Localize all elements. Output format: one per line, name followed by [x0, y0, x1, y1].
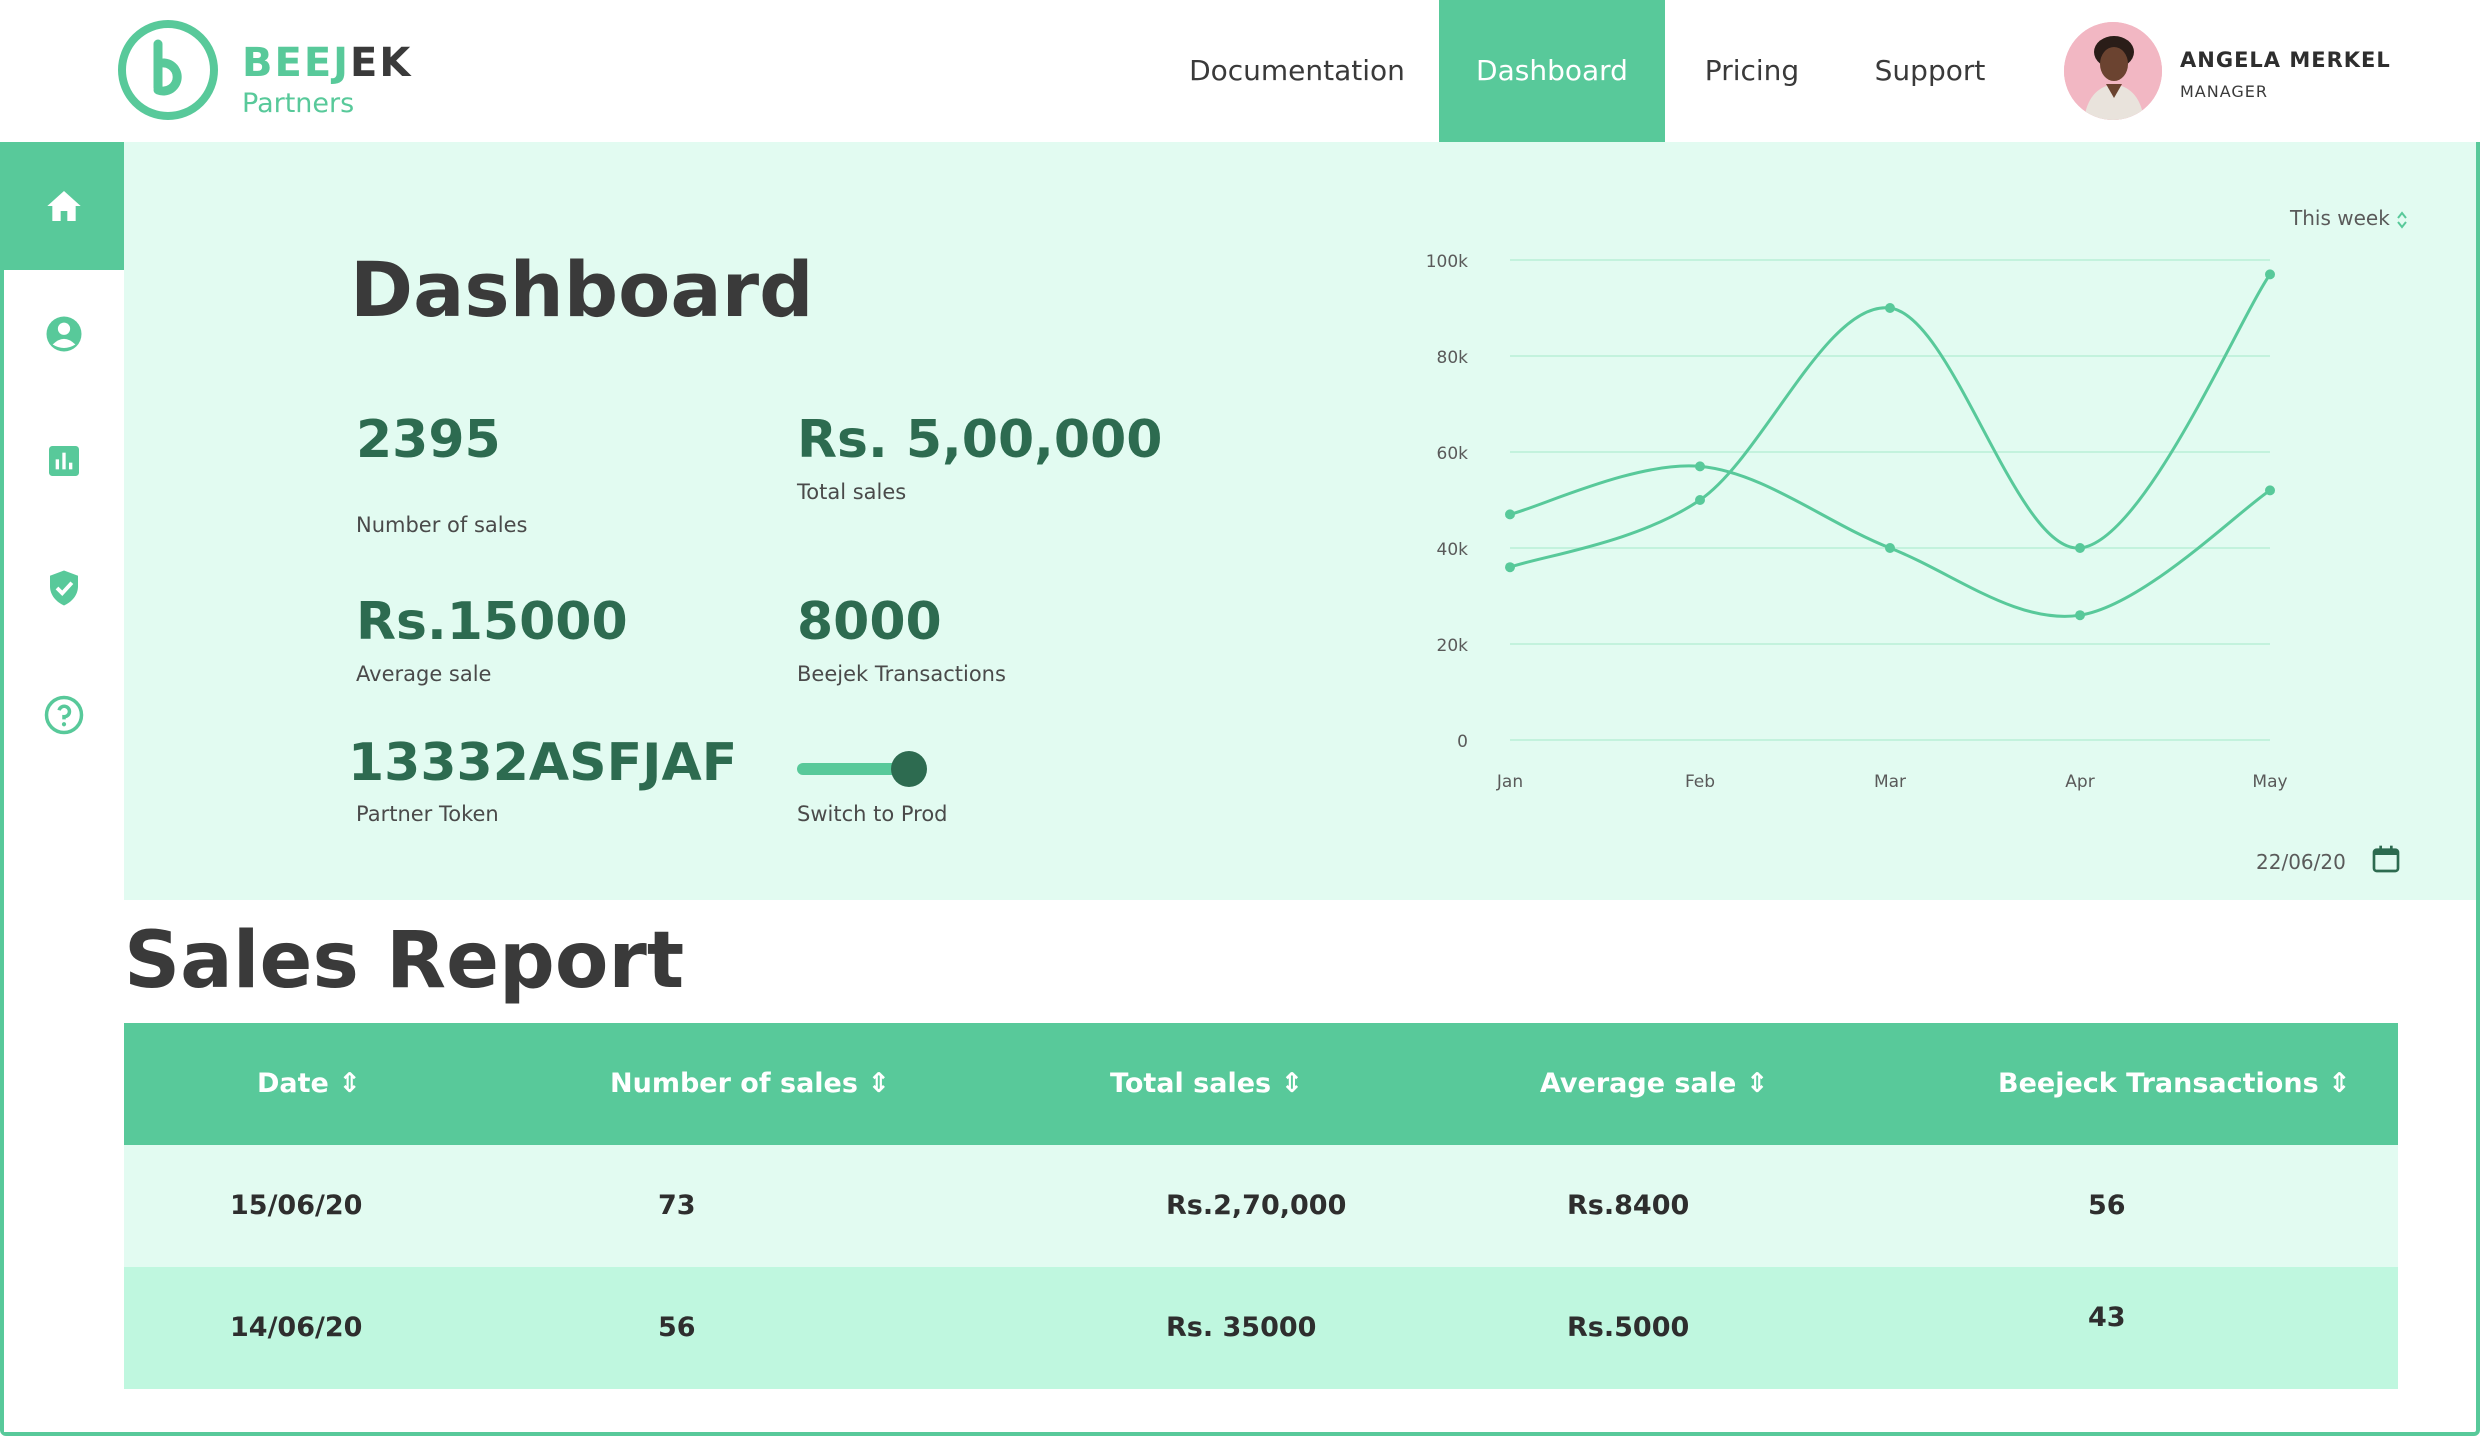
data-point[interactable]	[2075, 610, 2085, 621]
shield-check-icon	[50, 570, 78, 606]
toggle-knob[interactable]	[891, 751, 927, 787]
user-icon	[46, 316, 82, 352]
nav-dashboard[interactable]: Dashboard	[1439, 0, 1665, 142]
x-tick-label: Feb	[1685, 772, 1715, 792]
cell-number-of-sales: 73	[658, 1190, 696, 1221]
nav-documentation[interactable]: Documentation	[1180, 0, 1414, 142]
home-icon	[47, 191, 81, 221]
sales-report-table: Date ⇕ Number of sales ⇕ Total sales ⇕ A…	[124, 1023, 2398, 1389]
cell-number-of-sales: 56	[658, 1312, 696, 1343]
sales-line-chart: 100k 80k 60k 40k 20k 0 Jan Feb Mar Apr May	[1426, 252, 2288, 792]
cell-total-sales: Rs.2,70,000	[1166, 1190, 1347, 1221]
cell-date: 15/06/20	[230, 1190, 363, 1221]
y-tick-label: 0	[1457, 732, 1468, 752]
column-header-transactions[interactable]: Beejeck Transactions ⇕	[1998, 1023, 2351, 1145]
sort-icon: ⇕	[2328, 1068, 2351, 1099]
user-role: MANAGER	[2180, 82, 2269, 101]
x-tick-label: Jan	[1496, 772, 1523, 792]
stat-total-sales-label: Total sales	[797, 480, 907, 504]
x-tick-label: Apr	[2065, 772, 2094, 792]
sort-icon: ⇕	[1280, 1068, 1304, 1099]
y-tick-label: 40k	[1437, 540, 1469, 560]
cell-total-sales: Rs. 35000	[1166, 1312, 1317, 1343]
data-point[interactable]	[2265, 485, 2275, 496]
sidebar-item-reports[interactable]	[4, 397, 124, 525]
sort-icon: ⇕	[867, 1068, 890, 1099]
brand-name: BEEJEK	[242, 40, 413, 86]
partner-token-value[interactable]: 13332ASFJAF	[348, 733, 737, 793]
series-line-1	[1509, 464, 2271, 618]
y-tick-label: 100k	[1426, 252, 1468, 272]
top-header: BEEJEK Partners Documentation Dashboard …	[0, 0, 2480, 142]
data-point[interactable]	[1695, 495, 1705, 505]
date-label: 22/06/20	[2256, 850, 2346, 874]
sort-icon: ⇕	[1745, 1068, 1769, 1099]
column-header-label: Number of sales	[610, 1068, 858, 1099]
stat-transactions-value: 8000	[797, 592, 942, 652]
cell-average-sale: Rs.5000	[1567, 1312, 1690, 1343]
x-tick-label: May	[2252, 772, 2287, 792]
range-select-label: This week	[2290, 206, 2390, 230]
brand-logo-icon[interactable]	[118, 20, 218, 120]
range-select[interactable]: This week	[2290, 206, 2408, 230]
table-header: Date ⇕ Number of sales ⇕ Total sales ⇕ A…	[124, 1023, 2398, 1145]
data-point[interactable]	[2265, 269, 2275, 280]
column-header-number-of-sales[interactable]: Number of sales ⇕	[610, 1023, 890, 1145]
nav-support[interactable]: Support	[1866, 0, 1994, 142]
stat-average-sale-value: Rs.15000	[356, 592, 628, 652]
x-tick-label: Mar	[1874, 772, 1906, 792]
column-header-label: Beejeck Transactions	[1998, 1068, 2319, 1099]
partner-token-label: Partner Token	[356, 802, 499, 826]
stat-total-sales-value: Rs. 5,00,000	[797, 410, 1163, 470]
help-icon	[44, 695, 84, 735]
column-header-date[interactable]: Date ⇕	[257, 1023, 361, 1145]
stat-number-of-sales-value: 2395	[356, 410, 501, 470]
stat-average-sale-label: Average sale	[356, 662, 492, 686]
column-header-average-sale[interactable]: Average sale ⇕	[1540, 1023, 1768, 1145]
sidebar-item-profile[interactable]	[4, 270, 124, 398]
sidebar-item-help[interactable]	[4, 651, 124, 779]
cell-date: 14/06/20	[230, 1312, 363, 1343]
data-point[interactable]	[1695, 461, 1705, 472]
data-point[interactable]	[1505, 562, 1515, 573]
switch-to-prod-label: Switch to Prod	[797, 802, 948, 826]
column-header-label: Date	[257, 1068, 329, 1099]
data-point[interactable]	[2075, 543, 2085, 553]
stat-number-of-sales-label: Number of sales	[356, 513, 528, 537]
sidebar-item-home[interactable]	[4, 142, 124, 270]
sort-icon: ⇕	[338, 1068, 361, 1099]
data-point[interactable]	[1885, 303, 1895, 313]
series-line-2	[1509, 273, 2272, 569]
user-name: ANGELA MERKEL	[2180, 48, 2391, 72]
brand-subtitle: Partners	[242, 88, 355, 119]
column-header-total-sales[interactable]: Total sales ⇕	[1110, 1023, 1303, 1145]
cell-transactions: 43	[2088, 1302, 2126, 1333]
bar-chart-icon	[49, 446, 79, 476]
sidebar-item-security[interactable]	[4, 524, 124, 652]
avatar[interactable]	[2064, 22, 2162, 120]
stat-transactions-label: Beejek Transactions	[797, 662, 1006, 686]
y-tick-label: 60k	[1437, 444, 1469, 464]
table-row[interactable]: 14/06/20 56 Rs. 35000 Rs.5000 43	[124, 1267, 2398, 1389]
table-row[interactable]: 15/06/20 73 Rs.2,70,000 Rs.8400 56	[124, 1145, 2398, 1267]
column-header-label: Total sales	[1110, 1068, 1272, 1099]
y-tick-label: 80k	[1437, 348, 1469, 368]
cell-transactions: 56	[2088, 1190, 2126, 1221]
data-point[interactable]	[1885, 543, 1895, 553]
page-title: Dashboard	[350, 245, 814, 334]
cell-average-sale: Rs.8400	[1567, 1190, 1690, 1221]
sort-arrows-icon	[2397, 210, 2407, 229]
calendar-icon[interactable]	[2370, 843, 2402, 875]
y-tick-label: 20k	[1437, 636, 1469, 656]
data-point[interactable]	[1505, 509, 1515, 520]
nav-pricing[interactable]: Pricing	[1688, 0, 1816, 142]
sidebar	[4, 142, 124, 1432]
column-header-label: Average sale	[1540, 1068, 1737, 1099]
sales-report-title: Sales Report	[124, 916, 685, 1006]
switch-to-prod-toggle[interactable]	[797, 751, 927, 787]
